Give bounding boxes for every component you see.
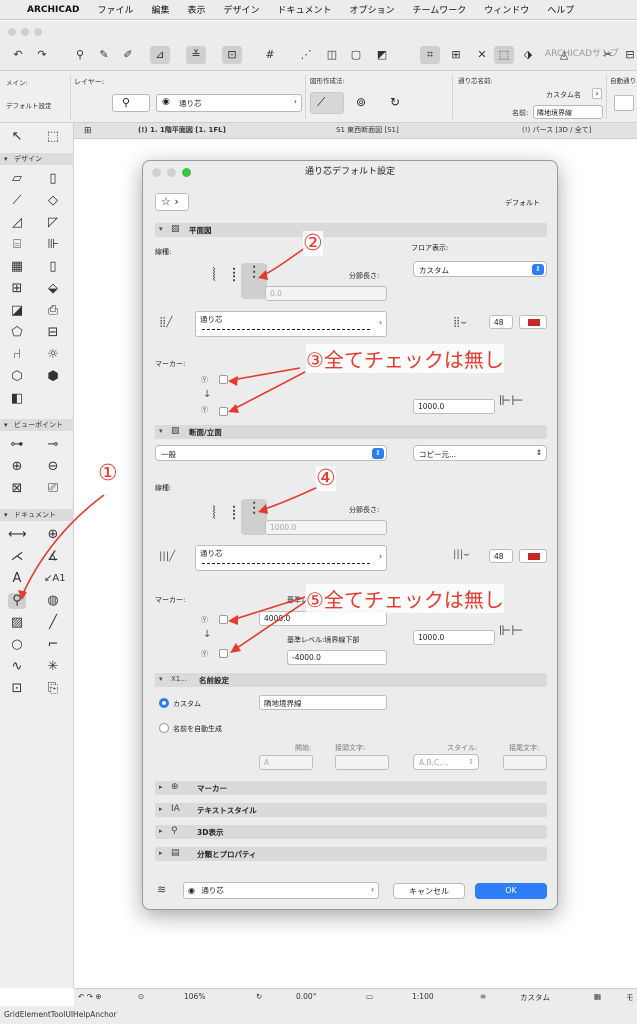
arrowhead-1 xyxy=(18,590,27,600)
annotation-2: ② xyxy=(303,231,323,256)
annotation-arrows xyxy=(18,247,319,653)
arrowhead-5a xyxy=(228,615,238,625)
arrowhead-2 xyxy=(258,270,268,280)
arrow-2 xyxy=(261,247,306,277)
annotation-5: ⑤全てチェックは無し xyxy=(306,584,504,613)
arrowhead-5b xyxy=(230,643,241,653)
annotation-3: ③全てチェックは無し xyxy=(306,344,504,373)
arrow-5b xyxy=(233,601,306,651)
arrow-3a xyxy=(231,367,301,381)
arrowhead-3a xyxy=(228,376,238,386)
annotation-4: ④ xyxy=(316,466,336,491)
arrowhead-3b xyxy=(228,404,239,413)
arrow-4 xyxy=(261,486,319,511)
arrowhead-4 xyxy=(258,504,268,514)
arrow-1 xyxy=(21,494,105,597)
annotation-1: ① xyxy=(98,461,118,486)
